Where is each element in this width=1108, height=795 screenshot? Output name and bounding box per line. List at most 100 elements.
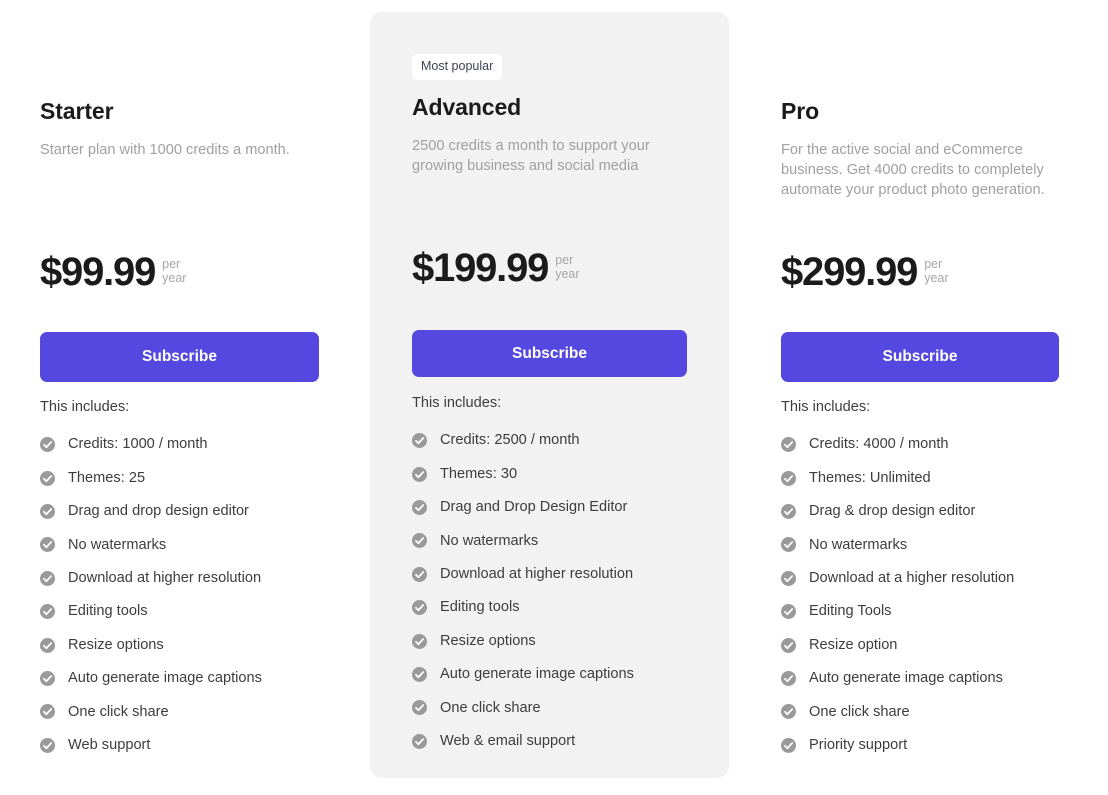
plan-description-advanced: 2500 credits a month to support your gro… [412, 138, 650, 174]
price-period-line2-advanced: year [555, 267, 580, 281]
feature-label: Download at higher resolution [440, 565, 634, 582]
feature-label: Editing tools [440, 599, 520, 616]
feature-list-advanced: Credits: 2500 / month Themes: 30 Drag and … [412, 424, 702, 758]
subscribe-button-pro[interactable]: Subscribe [781, 332, 1059, 382]
subscribe-button-starter[interactable]: Subscribe [40, 332, 319, 382]
feature-label: Auto generate image captions [68, 670, 262, 687]
check-circle-icon [781, 503, 796, 519]
feature-label: Auto generate image captions [440, 666, 634, 683]
feature-label: Themes: 25 [68, 469, 146, 486]
plan-description-pro: For the active social and eCommerce busi… [781, 142, 1045, 198]
feature-item: Editing Tools [781, 595, 1081, 628]
check-circle-icon [412, 466, 427, 482]
feature-label: No watermarks [440, 532, 539, 549]
feature-label: No watermarks [809, 536, 908, 553]
check-circle-icon [40, 570, 55, 586]
feature-item: Web support [40, 729, 330, 762]
check-circle-icon [412, 700, 427, 716]
feature-item: Themes: 25 [40, 461, 330, 494]
price-period-line1-starter: per [162, 257, 181, 271]
check-circle-icon [781, 470, 796, 486]
check-circle-icon [412, 600, 427, 616]
check-circle-icon [40, 737, 55, 753]
check-circle-icon [781, 637, 796, 653]
check-circle-icon [40, 503, 55, 519]
price-period-line1-pro: per [924, 257, 943, 271]
check-circle-icon [412, 499, 427, 515]
feature-label: Auto generate image captions [809, 670, 1003, 687]
check-circle-icon [412, 666, 427, 682]
feature-label: Priority support [809, 736, 908, 753]
feature-item: Credits: 2500 / month [412, 424, 702, 457]
feature-item: Download at higher resolution [40, 562, 330, 595]
feature-label: One click share [809, 703, 910, 720]
price-period-starter: per year [162, 252, 186, 285]
subscribe-button-advanced[interactable]: Subscribe [412, 330, 687, 377]
plan-card-pro: Pro For the active social and eCommerce … [761, 12, 1091, 778]
feature-item: Priority support [781, 729, 1081, 762]
feature-label: One click share [440, 699, 541, 716]
feature-label: Drag & drop design editor [809, 503, 976, 520]
price-period-pro: per year [924, 252, 948, 285]
feature-label: Download at a higher resolution [809, 569, 1015, 586]
price-row-pro: $299.99 per year [781, 252, 949, 292]
check-circle-icon [781, 670, 796, 686]
price-period-line2-starter: year [162, 271, 187, 285]
feature-label: Editing Tools [809, 603, 892, 620]
feature-item: Resize options [412, 624, 702, 657]
feature-item: Drag and drop design editor [40, 495, 330, 528]
feature-item: Drag & drop design editor [781, 495, 1081, 528]
plan-name-pro: Pro [781, 98, 820, 124]
check-circle-icon [40, 470, 55, 486]
feature-label: Editing tools [68, 603, 148, 620]
price-row-starter: $99.99 per year [40, 252, 186, 292]
feature-item: One click share [40, 695, 330, 728]
check-circle-icon [412, 733, 427, 749]
feature-label: Credits: 2500 / month [440, 432, 580, 449]
feature-item: No watermarks [412, 524, 702, 557]
check-circle-icon [40, 704, 55, 720]
feature-item: Editing tools [40, 595, 330, 628]
includes-label-pro: This includes: [781, 399, 871, 415]
check-circle-icon [412, 633, 427, 649]
includes-label-starter: This includes: [40, 399, 130, 415]
feature-label: Credits: 1000 / month [68, 436, 208, 453]
plan-name-advanced: Advanced [412, 94, 522, 120]
feature-item: No watermarks [40, 528, 330, 561]
feature-item: Credits: 4000 / month [781, 428, 1081, 461]
feature-item: One click share [781, 695, 1081, 728]
feature-label: Themes: Unlimited [809, 469, 931, 486]
check-circle-icon [781, 704, 796, 720]
check-circle-icon [40, 670, 55, 686]
feature-item: Web & email support [412, 725, 702, 758]
feature-item: Themes: 30 [412, 457, 702, 490]
feature-label: Web support [68, 736, 151, 753]
feature-item: Editing tools [412, 591, 702, 624]
plan-card-starter: Starter Starter plan with 1000 credits a… [20, 12, 350, 778]
feature-item: Auto generate image captions [412, 658, 702, 691]
check-circle-icon [781, 604, 796, 620]
price-period-line2-pro: year [924, 271, 949, 285]
price-amount-starter: $99.99 [40, 250, 156, 294]
price-period-line1-advanced: per [555, 253, 574, 267]
check-circle-icon [40, 537, 55, 553]
most-popular-badge: Most popular [412, 54, 503, 80]
price-amount-pro: $299.99 [781, 250, 918, 294]
plan-name-starter: Starter [40, 98, 114, 124]
check-circle-icon [412, 533, 427, 549]
plan-card-advanced: Most popular Advanced 2500 credits a mon… [370, 12, 729, 778]
feature-item: Download at higher resolution [412, 558, 702, 591]
check-circle-icon [40, 437, 55, 453]
feature-label: Resize option [809, 636, 898, 653]
check-circle-icon [781, 537, 796, 553]
feature-item: No watermarks [781, 528, 1081, 561]
includes-label-advanced: This includes: [412, 395, 502, 411]
feature-list-pro: Credits: 4000 / month Themes: Unlimited Dr… [781, 428, 1081, 762]
pricing-plans-container: Starter Starter plan with 1000 credits a… [0, 0, 1108, 795]
check-circle-icon [412, 433, 427, 449]
feature-item: Resize option [781, 628, 1081, 661]
feature-label: Drag and drop design editor [68, 503, 249, 520]
plan-header-pro: Pro For the active social and eCommerce … [781, 12, 1071, 232]
feature-item: Themes: Unlimited [781, 461, 1081, 494]
feature-label: Themes: 30 [440, 465, 518, 482]
